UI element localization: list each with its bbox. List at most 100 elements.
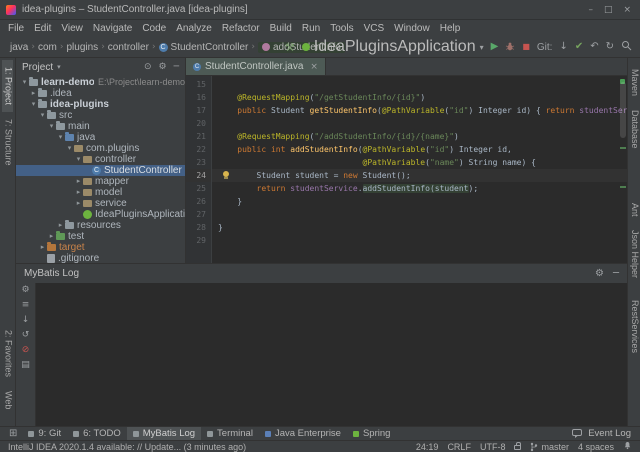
maximize-button[interactable]: □ bbox=[604, 5, 613, 15]
stop-icon[interactable]: ⊘ bbox=[22, 346, 30, 355]
code-line-27[interactable] bbox=[212, 208, 627, 221]
filter-icon[interactable]: ≡ bbox=[22, 301, 30, 310]
locate-file-icon[interactable]: ⊙ bbox=[144, 62, 152, 72]
menu-item-run[interactable]: Run bbox=[297, 23, 325, 34]
toolwindow-button-restservices[interactable]: RestServices bbox=[628, 293, 640, 360]
menu-item-vcs[interactable]: VCS bbox=[359, 23, 390, 34]
tree-item-idea-plugins[interactable]: ▾idea-plugins bbox=[16, 99, 185, 110]
code-line-29[interactable] bbox=[212, 234, 627, 247]
build-hammer-icon[interactable]: ⚒ bbox=[285, 42, 295, 53]
menu-item-navigate[interactable]: Navigate bbox=[88, 23, 137, 34]
tree-item-mapper[interactable]: ▸mapper bbox=[16, 176, 185, 187]
toolwindow-button-maven[interactable]: Maven bbox=[628, 62, 640, 103]
code-line-23[interactable]: @PathVariable("name") String name) { bbox=[212, 156, 627, 169]
clear-icon[interactable]: ▤ bbox=[21, 361, 30, 370]
tree-item-resources[interactable]: ▸resources bbox=[16, 220, 185, 231]
close-button[interactable]: × bbox=[623, 5, 631, 15]
code-line-16[interactable]: @RequestMapping("/getStudentInfo/{id}") bbox=[212, 91, 627, 104]
scroll-to-end-icon[interactable]: ↓ bbox=[22, 316, 30, 325]
search-icon[interactable] bbox=[621, 38, 632, 56]
breadcrumb-item-studentcontroller[interactable]: CStudentController bbox=[159, 42, 249, 53]
caret-position[interactable]: 24:19 bbox=[416, 442, 439, 452]
code-line-24[interactable]: Student student = new Student(); bbox=[212, 169, 627, 182]
readonly-lock-icon[interactable] bbox=[514, 445, 521, 450]
breadcrumb-item-java[interactable]: java bbox=[10, 42, 28, 53]
git-commit-icon[interactable]: ✔ bbox=[575, 42, 583, 52]
tree-item-studentcontroller[interactable]: CStudentController bbox=[16, 165, 185, 176]
status-message[interactable]: IntelliJ IDEA 2020.1.4 available: // Upd… bbox=[8, 442, 246, 452]
menu-item-tools[interactable]: Tools bbox=[325, 23, 358, 34]
indent-indicator[interactable]: 4 spaces bbox=[578, 442, 614, 452]
chevron-down-icon[interactable]: ▾ bbox=[57, 63, 61, 71]
toolwindow-button-spring[interactable]: Spring bbox=[347, 427, 396, 441]
menu-item-refactor[interactable]: Refactor bbox=[217, 23, 265, 34]
menu-item-view[interactable]: View bbox=[56, 23, 88, 34]
code-line-26[interactable]: } bbox=[212, 195, 627, 208]
project-panel-title[interactable]: Project bbox=[22, 62, 53, 73]
mybatis-log-console[interactable] bbox=[36, 283, 627, 426]
toolwindow-grid-icon[interactable]: ⊞ bbox=[4, 428, 22, 439]
code-line-15[interactable] bbox=[212, 78, 627, 91]
encoding-indicator[interactable]: UTF-8 bbox=[480, 442, 506, 452]
notifications-bell-icon[interactable] bbox=[623, 441, 632, 452]
toolwindow-button-mybatis-log[interactable]: MyBatis Log bbox=[127, 427, 201, 441]
menu-item-analyze[interactable]: Analyze bbox=[171, 23, 217, 34]
menu-item-code[interactable]: Code bbox=[137, 23, 171, 34]
toolwindow-button-7-structure[interactable]: 7: Structure bbox=[2, 112, 14, 173]
debug-button[interactable] bbox=[505, 38, 515, 56]
tree-item-learn-demo[interactable]: ▾learn-demoE:\Project\learn-demo bbox=[16, 77, 185, 88]
toolwindow-button-1-project[interactable]: 1: Project bbox=[2, 60, 14, 112]
editor-scrollbar-thumb[interactable] bbox=[620, 82, 626, 138]
tree-item-service[interactable]: ▸service bbox=[16, 198, 185, 209]
tree-item-idea[interactable]: ▸.idea bbox=[16, 88, 185, 99]
code-line-28[interactable]: } bbox=[212, 221, 627, 234]
menu-item-window[interactable]: Window bbox=[389, 23, 435, 34]
tree-item-ideapluginsapplication[interactable]: IdeaPluginsApplication bbox=[16, 209, 185, 220]
toolwindow-button-database[interactable]: Database bbox=[628, 103, 640, 156]
tree-item-main[interactable]: ▾main bbox=[16, 121, 185, 132]
git-rollback-icon[interactable]: ↶ bbox=[590, 42, 598, 52]
tree-item-com-plugins[interactable]: ▾com.plugins bbox=[16, 143, 185, 154]
toolwindow-button-json-helper[interactable]: Json Helper bbox=[628, 223, 640, 285]
run-config-selector[interactable]: IdeaPluginsApplication ▾ bbox=[302, 38, 484, 56]
menu-item-edit[interactable]: Edit bbox=[29, 23, 56, 34]
toolwindow-button-6-todo[interactable]: 6: TODO bbox=[67, 427, 127, 441]
settings-gear-icon[interactable]: ⚙ bbox=[595, 268, 604, 279]
code-line-17[interactable]: public Student getStudentInfo(@PathVaria… bbox=[212, 104, 627, 117]
toolwindow-button-2-favorites[interactable]: 2: Favorites bbox=[2, 323, 14, 384]
editor-tab-studentcontroller[interactable]: C StudentController.java × bbox=[186, 58, 326, 75]
settings-gear-icon[interactable]: ⚙ bbox=[21, 286, 29, 295]
rerun-icon[interactable]: ↺ bbox=[22, 331, 30, 340]
close-tab-icon[interactable]: × bbox=[310, 62, 318, 72]
breadcrumb-item-plugins[interactable]: plugins bbox=[66, 42, 98, 53]
menu-item-help[interactable]: Help bbox=[435, 23, 466, 34]
git-update-icon[interactable]: ↓ bbox=[559, 42, 567, 52]
event-log-button[interactable]: Event Log bbox=[586, 427, 633, 441]
minimize-button[interactable]: – bbox=[588, 5, 593, 15]
toolwindow-button-9-git[interactable]: 9: Git bbox=[22, 427, 67, 441]
code-line-22[interactable]: public int addStudentInfo(@PathVariable(… bbox=[212, 143, 627, 156]
toolwindow-button-terminal[interactable]: Terminal bbox=[201, 427, 259, 441]
settings-gear-icon[interactable]: ⚙ bbox=[159, 62, 167, 72]
intention-bulb-icon[interactable] bbox=[222, 171, 230, 180]
tree-item-gitignore[interactable]: .gitignore bbox=[16, 253, 185, 263]
git-branch-widget[interactable]: master bbox=[530, 442, 569, 452]
code-line-20[interactable] bbox=[212, 117, 627, 130]
analysis-mark[interactable] bbox=[620, 147, 626, 149]
toolwindow-button-web[interactable]: Web bbox=[2, 384, 14, 416]
toolwindow-button-ant[interactable]: Ant bbox=[628, 196, 640, 224]
git-history-icon[interactable]: ↻ bbox=[606, 42, 614, 52]
hide-panel-icon[interactable]: ─ bbox=[174, 62, 179, 72]
breadcrumb-item-controller[interactable]: controller bbox=[108, 42, 149, 53]
code-line-21[interactable]: @RequestMapping("/addStudentInfo/{id}/{n… bbox=[212, 130, 627, 143]
tree-item-controller[interactable]: ▾controller bbox=[16, 154, 185, 165]
menu-item-file[interactable]: File bbox=[3, 23, 29, 34]
run-button[interactable]: ▶ bbox=[491, 42, 499, 52]
code-editor[interactable]: @RequestMapping("/getStudentInfo/{id}") … bbox=[212, 76, 627, 263]
tree-item-model[interactable]: ▸model bbox=[16, 187, 185, 198]
tree-item-java[interactable]: ▾java bbox=[16, 132, 185, 143]
breadcrumb-item-com[interactable]: com bbox=[38, 42, 57, 53]
hide-panel-icon[interactable]: ─ bbox=[613, 268, 619, 279]
tree-item-src[interactable]: ▾src bbox=[16, 110, 185, 121]
tree-item-target[interactable]: ▸target bbox=[16, 242, 185, 253]
